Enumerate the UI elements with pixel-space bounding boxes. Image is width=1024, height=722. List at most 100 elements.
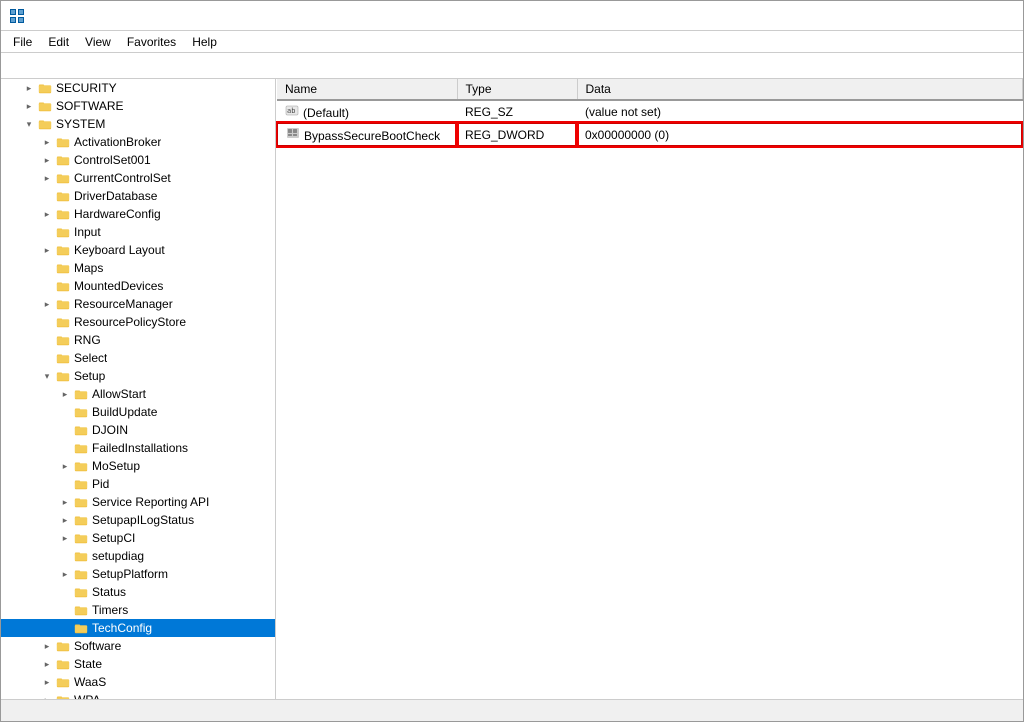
- menu-item-view[interactable]: View: [77, 33, 119, 51]
- tree-label-currentcontrolset: CurrentControlSet: [74, 171, 171, 185]
- expander-resourcemanager[interactable]: ▸: [39, 296, 55, 312]
- expander-mosetup[interactable]: ▸: [57, 458, 73, 474]
- tree-label-allowstart: AllowStart: [92, 387, 146, 401]
- expander-setupci[interactable]: ▸: [57, 530, 73, 546]
- tree-item-wpa[interactable]: ▸ WPA: [1, 691, 275, 699]
- tree-item-security[interactable]: ▸ SECURITY: [1, 79, 275, 97]
- expander-software[interactable]: ▸: [21, 98, 37, 114]
- folder-icon-maps: [55, 260, 71, 276]
- tree-item-waas[interactable]: ▸ WaaS: [1, 673, 275, 691]
- expander-setup[interactable]: ▾: [39, 368, 55, 384]
- expander-djoin[interactable]: [57, 422, 73, 438]
- expander-techconfig[interactable]: [57, 620, 73, 636]
- tree-item-state[interactable]: ▸ State: [1, 655, 275, 673]
- tree-item-resourcemanager[interactable]: ▸ ResourceManager: [1, 295, 275, 313]
- tree-item-keyboardlayout[interactable]: ▸ Keyboard Layout: [1, 241, 275, 259]
- row-type-default: REG_SZ: [457, 100, 577, 123]
- tree-label-resourcepolicystore: ResourcePolicyStore: [74, 315, 186, 329]
- tree-item-setupci[interactable]: ▸ SetupCI: [1, 529, 275, 547]
- menu-item-favorites[interactable]: Favorites: [119, 33, 184, 51]
- expander-pid[interactable]: [57, 476, 73, 492]
- tree-label-state: State: [74, 657, 102, 671]
- tree-item-setup[interactable]: ▾ Setup: [1, 367, 275, 385]
- expander-waas[interactable]: ▸: [39, 674, 55, 690]
- tree-item-maps[interactable]: Maps: [1, 259, 275, 277]
- tree-item-currentcontrolset[interactable]: ▸ CurrentControlSet: [1, 169, 275, 187]
- expander-controlset001[interactable]: ▸: [39, 152, 55, 168]
- expander-resourcepolicystore[interactable]: [39, 314, 55, 330]
- expander-rng[interactable]: [39, 332, 55, 348]
- row-type-bypasssecurebootcheck: REG_DWORD: [457, 123, 577, 146]
- expander-system[interactable]: ▾: [21, 116, 37, 132]
- maximize-button[interactable]: [953, 6, 983, 26]
- tree-item-rng[interactable]: RNG: [1, 331, 275, 349]
- tree-item-setupdiag[interactable]: setupdiag: [1, 547, 275, 565]
- expander-maps[interactable]: [39, 260, 55, 276]
- menu-item-help[interactable]: Help: [184, 33, 225, 51]
- tree-item-status[interactable]: Status: [1, 583, 275, 601]
- expander-setupdiag[interactable]: [57, 548, 73, 564]
- expander-setupapilogstatus[interactable]: ▸: [57, 512, 73, 528]
- tree-item-software2[interactable]: ▸ Software: [1, 637, 275, 655]
- col-data: Data: [577, 79, 1022, 100]
- tree-item-failedinstallations[interactable]: FailedInstallations: [1, 439, 275, 457]
- tree-item-servicereporting[interactable]: ▸ Service Reporting API: [1, 493, 275, 511]
- tree-item-techconfig[interactable]: TechConfig: [1, 619, 275, 637]
- tree-item-pid[interactable]: Pid: [1, 475, 275, 493]
- tree-item-setupplatform[interactable]: ▸ SetupPlatform: [1, 565, 275, 583]
- expander-activationbroker[interactable]: ▸: [39, 134, 55, 150]
- tree-item-resourcepolicystore[interactable]: ResourcePolicyStore: [1, 313, 275, 331]
- tree-item-mosetup[interactable]: ▸ MoSetup: [1, 457, 275, 475]
- expander-keyboardlayout[interactable]: ▸: [39, 242, 55, 258]
- expander-select[interactable]: [39, 350, 55, 366]
- tree-item-timers[interactable]: Timers: [1, 601, 275, 619]
- tree-item-mounteddevices[interactable]: MountedDevices: [1, 277, 275, 295]
- menu-item-file[interactable]: File: [5, 33, 40, 51]
- expander-software2[interactable]: ▸: [39, 638, 55, 654]
- tree-item-allowstart[interactable]: ▸ AllowStart: [1, 385, 275, 403]
- expander-state[interactable]: ▸: [39, 656, 55, 672]
- tree-item-system[interactable]: ▾ SYSTEM: [1, 115, 275, 133]
- expander-failedinstallations[interactable]: [57, 440, 73, 456]
- expander-currentcontrolset[interactable]: ▸: [39, 170, 55, 186]
- expander-input[interactable]: [39, 224, 55, 240]
- tree-item-select[interactable]: Select: [1, 349, 275, 367]
- expander-status[interactable]: [57, 584, 73, 600]
- tree-item-hardwareconfig[interactable]: ▸ HardwareConfig: [1, 205, 275, 223]
- folder-icon-mosetup: [73, 458, 89, 474]
- folder-icon-setupci: [73, 530, 89, 546]
- expander-wpa[interactable]: ▸: [39, 692, 55, 699]
- expander-setupplatform[interactable]: ▸: [57, 566, 73, 582]
- tree-item-driverdatabase[interactable]: DriverDatabase: [1, 187, 275, 205]
- expander-mounteddevices[interactable]: [39, 278, 55, 294]
- dword-icon: [286, 126, 300, 140]
- tree-item-setupapilogstatus[interactable]: ▸ SetupapILogStatus: [1, 511, 275, 529]
- folder-icon-setupdiag: [73, 548, 89, 564]
- tree-label-select: Select: [74, 351, 107, 365]
- tree-item-buildupdate[interactable]: BuildUpdate: [1, 403, 275, 421]
- expander-buildupdate[interactable]: [57, 404, 73, 420]
- tree-item-controlset001[interactable]: ▸ ControlSet001: [1, 151, 275, 169]
- menu-item-edit[interactable]: Edit: [40, 33, 77, 51]
- tree-item-input[interactable]: Input: [1, 223, 275, 241]
- row-name-bypasssecurebootcheck: BypassSecureBootCheck: [277, 123, 457, 146]
- minimize-button[interactable]: [921, 6, 951, 26]
- tree-panel: ▸ SECURITY▸ SOFTWARE▾ SYSTEM▸ Activation…: [1, 79, 276, 699]
- tree-item-software[interactable]: ▸ SOFTWARE: [1, 97, 275, 115]
- expander-allowstart[interactable]: ▸: [57, 386, 73, 402]
- folder-icon-pid: [73, 476, 89, 492]
- close-button[interactable]: [985, 6, 1015, 26]
- tree-label-keyboardlayout: Keyboard Layout: [74, 243, 165, 257]
- detail-row-bypasssecurebootcheck[interactable]: BypassSecureBootCheckREG_DWORD0x00000000…: [277, 123, 1022, 146]
- tree-label-driverdatabase: DriverDatabase: [74, 189, 157, 203]
- detail-row-default[interactable]: ab (Default)REG_SZ(value not set): [277, 100, 1022, 123]
- expander-driverdatabase[interactable]: [39, 188, 55, 204]
- expander-security[interactable]: ▸: [21, 80, 37, 96]
- tree-item-djoin[interactable]: DJOIN: [1, 421, 275, 439]
- expander-servicereporting[interactable]: ▸: [57, 494, 73, 510]
- folder-icon-software2: [55, 638, 71, 654]
- tree-item-activationbroker[interactable]: ▸ ActivationBroker: [1, 133, 275, 151]
- expander-hardwareconfig[interactable]: ▸: [39, 206, 55, 222]
- expander-timers[interactable]: [57, 602, 73, 618]
- folder-icon-state: [55, 656, 71, 672]
